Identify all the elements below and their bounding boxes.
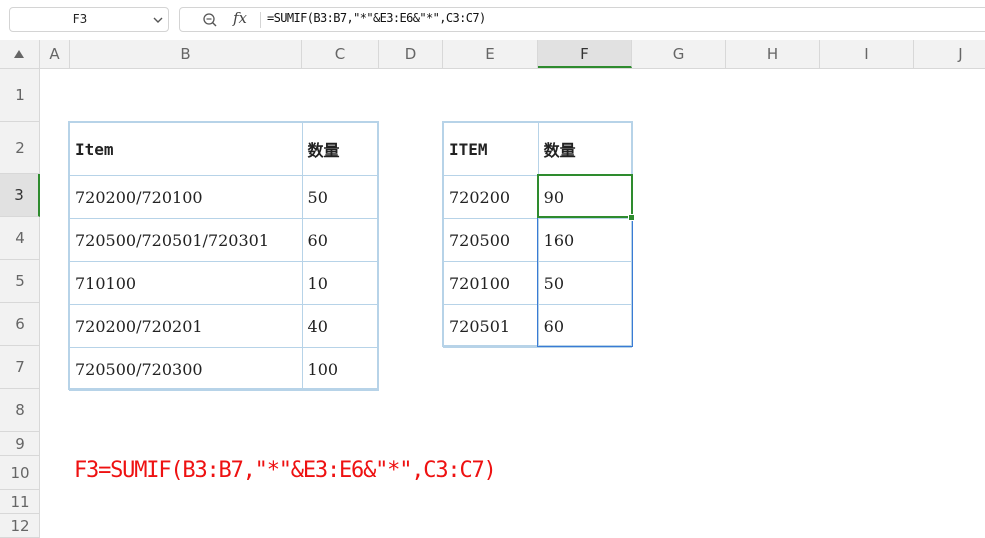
table-row: 710100 10 bbox=[69, 261, 380, 305]
table-header-row: ITEM 数量 bbox=[443, 122, 633, 176]
cell-e3[interactable]: 720200 bbox=[443, 175, 539, 219]
row-header-column: 1 2 3 4 5 6 7 8 9 10 11 12 bbox=[0, 69, 40, 538]
cell-b4[interactable]: 720500/720501/720301 bbox=[69, 218, 303, 262]
formula-bar: F3 fx =SUMIF(B3:B7,"*"&E3:E6&"*",C3:C7) bbox=[0, 0, 985, 40]
cell-e4[interactable]: 720500 bbox=[443, 218, 539, 262]
cell-b3[interactable]: 720200/720100 bbox=[69, 175, 303, 219]
row-header-6[interactable]: 6 bbox=[0, 303, 40, 346]
column-header-e[interactable]: E bbox=[443, 40, 538, 68]
row-header-9[interactable]: 9 bbox=[0, 432, 40, 456]
column-header-d[interactable]: D bbox=[379, 40, 443, 68]
table-row: 720500/720300 100 bbox=[69, 347, 380, 391]
fx-icon[interactable]: fx bbox=[233, 9, 247, 27]
column-header-j[interactable]: J bbox=[914, 40, 985, 68]
formula-panel: fx =SUMIF(B3:B7,"*"&E3:E6&"*",C3:C7) bbox=[179, 7, 985, 32]
cell-c4[interactable]: 60 bbox=[301, 218, 380, 262]
column-header-f[interactable]: F bbox=[538, 40, 632, 68]
table-row: 720200 90 bbox=[443, 175, 633, 219]
table-row: 720501 60 bbox=[443, 304, 633, 348]
chevron-down-icon[interactable] bbox=[152, 14, 164, 26]
source-table: Item 数量 720200/720100 50 720500/720501/7… bbox=[69, 122, 380, 391]
fill-handle[interactable] bbox=[628, 214, 635, 221]
cell-f3[interactable]: 90 bbox=[537, 175, 633, 219]
cell-f2[interactable]: 数量 bbox=[537, 122, 633, 176]
formula-divider bbox=[260, 12, 261, 28]
column-header-h[interactable]: H bbox=[726, 40, 820, 68]
row-header-4[interactable]: 4 bbox=[0, 217, 40, 260]
column-header-c[interactable]: C bbox=[302, 40, 379, 68]
column-header-i[interactable]: I bbox=[820, 40, 914, 68]
cell-e6[interactable]: 720501 bbox=[443, 304, 539, 348]
cell-f4[interactable]: 160 bbox=[537, 218, 633, 262]
select-all-corner[interactable] bbox=[0, 40, 40, 69]
table-row: 720500 160 bbox=[443, 218, 633, 262]
cell-b5[interactable]: 710100 bbox=[69, 261, 303, 305]
cell-e2[interactable]: ITEM bbox=[443, 122, 539, 176]
formula-note: F3=SUMIF(B3:B7,"*"&E3:E6&"*",C3:C7) bbox=[74, 458, 497, 483]
formula-input[interactable]: =SUMIF(B3:B7,"*"&E3:E6&"*",C3:C7) bbox=[267, 11, 486, 25]
row-header-5[interactable]: 5 bbox=[0, 260, 40, 303]
row-header-8[interactable]: 8 bbox=[0, 389, 40, 432]
select-all-icon bbox=[14, 50, 24, 58]
zoom-icon[interactable] bbox=[202, 12, 218, 28]
cell-b2[interactable]: Item bbox=[69, 122, 303, 176]
row-header-11[interactable]: 11 bbox=[0, 490, 40, 514]
column-header-g[interactable]: G bbox=[632, 40, 726, 68]
cell-f5[interactable]: 50 bbox=[537, 261, 633, 305]
cell-e5[interactable]: 720100 bbox=[443, 261, 539, 305]
column-header-a[interactable]: A bbox=[40, 40, 70, 68]
table-row: 720500/720501/720301 60 bbox=[69, 218, 380, 262]
table-header-row: Item 数量 bbox=[69, 122, 380, 176]
cell-c7[interactable]: 100 bbox=[301, 347, 380, 391]
row-header-3[interactable]: 3 bbox=[0, 174, 40, 217]
result-table: ITEM 数量 720200 90 720500 160 720100 50 7… bbox=[443, 122, 633, 348]
row-header-1[interactable]: 1 bbox=[0, 69, 40, 122]
cell-b7[interactable]: 720500/720300 bbox=[69, 347, 303, 391]
row-header-12[interactable]: 12 bbox=[0, 514, 40, 538]
cell-c3[interactable]: 50 bbox=[301, 175, 380, 219]
column-header-row: A B C D E F G H I J bbox=[0, 40, 985, 69]
name-box-value: F3 bbox=[72, 12, 88, 26]
name-box[interactable]: F3 bbox=[9, 7, 169, 32]
row-header-2[interactable]: 2 bbox=[0, 122, 40, 174]
table-row: 720100 50 bbox=[443, 261, 633, 305]
cell-c2[interactable]: 数量 bbox=[301, 122, 380, 176]
cell-c6[interactable]: 40 bbox=[301, 304, 380, 348]
cell-b6[interactable]: 720200/720201 bbox=[69, 304, 303, 348]
row-header-10[interactable]: 10 bbox=[0, 456, 40, 490]
table-row: 720200/720100 50 bbox=[69, 175, 380, 219]
column-header-b[interactable]: B bbox=[70, 40, 302, 68]
table-row: 720200/720201 40 bbox=[69, 304, 380, 348]
cell-f6[interactable]: 60 bbox=[537, 304, 633, 348]
row-header-7[interactable]: 7 bbox=[0, 346, 40, 389]
cell-c5[interactable]: 10 bbox=[301, 261, 380, 305]
